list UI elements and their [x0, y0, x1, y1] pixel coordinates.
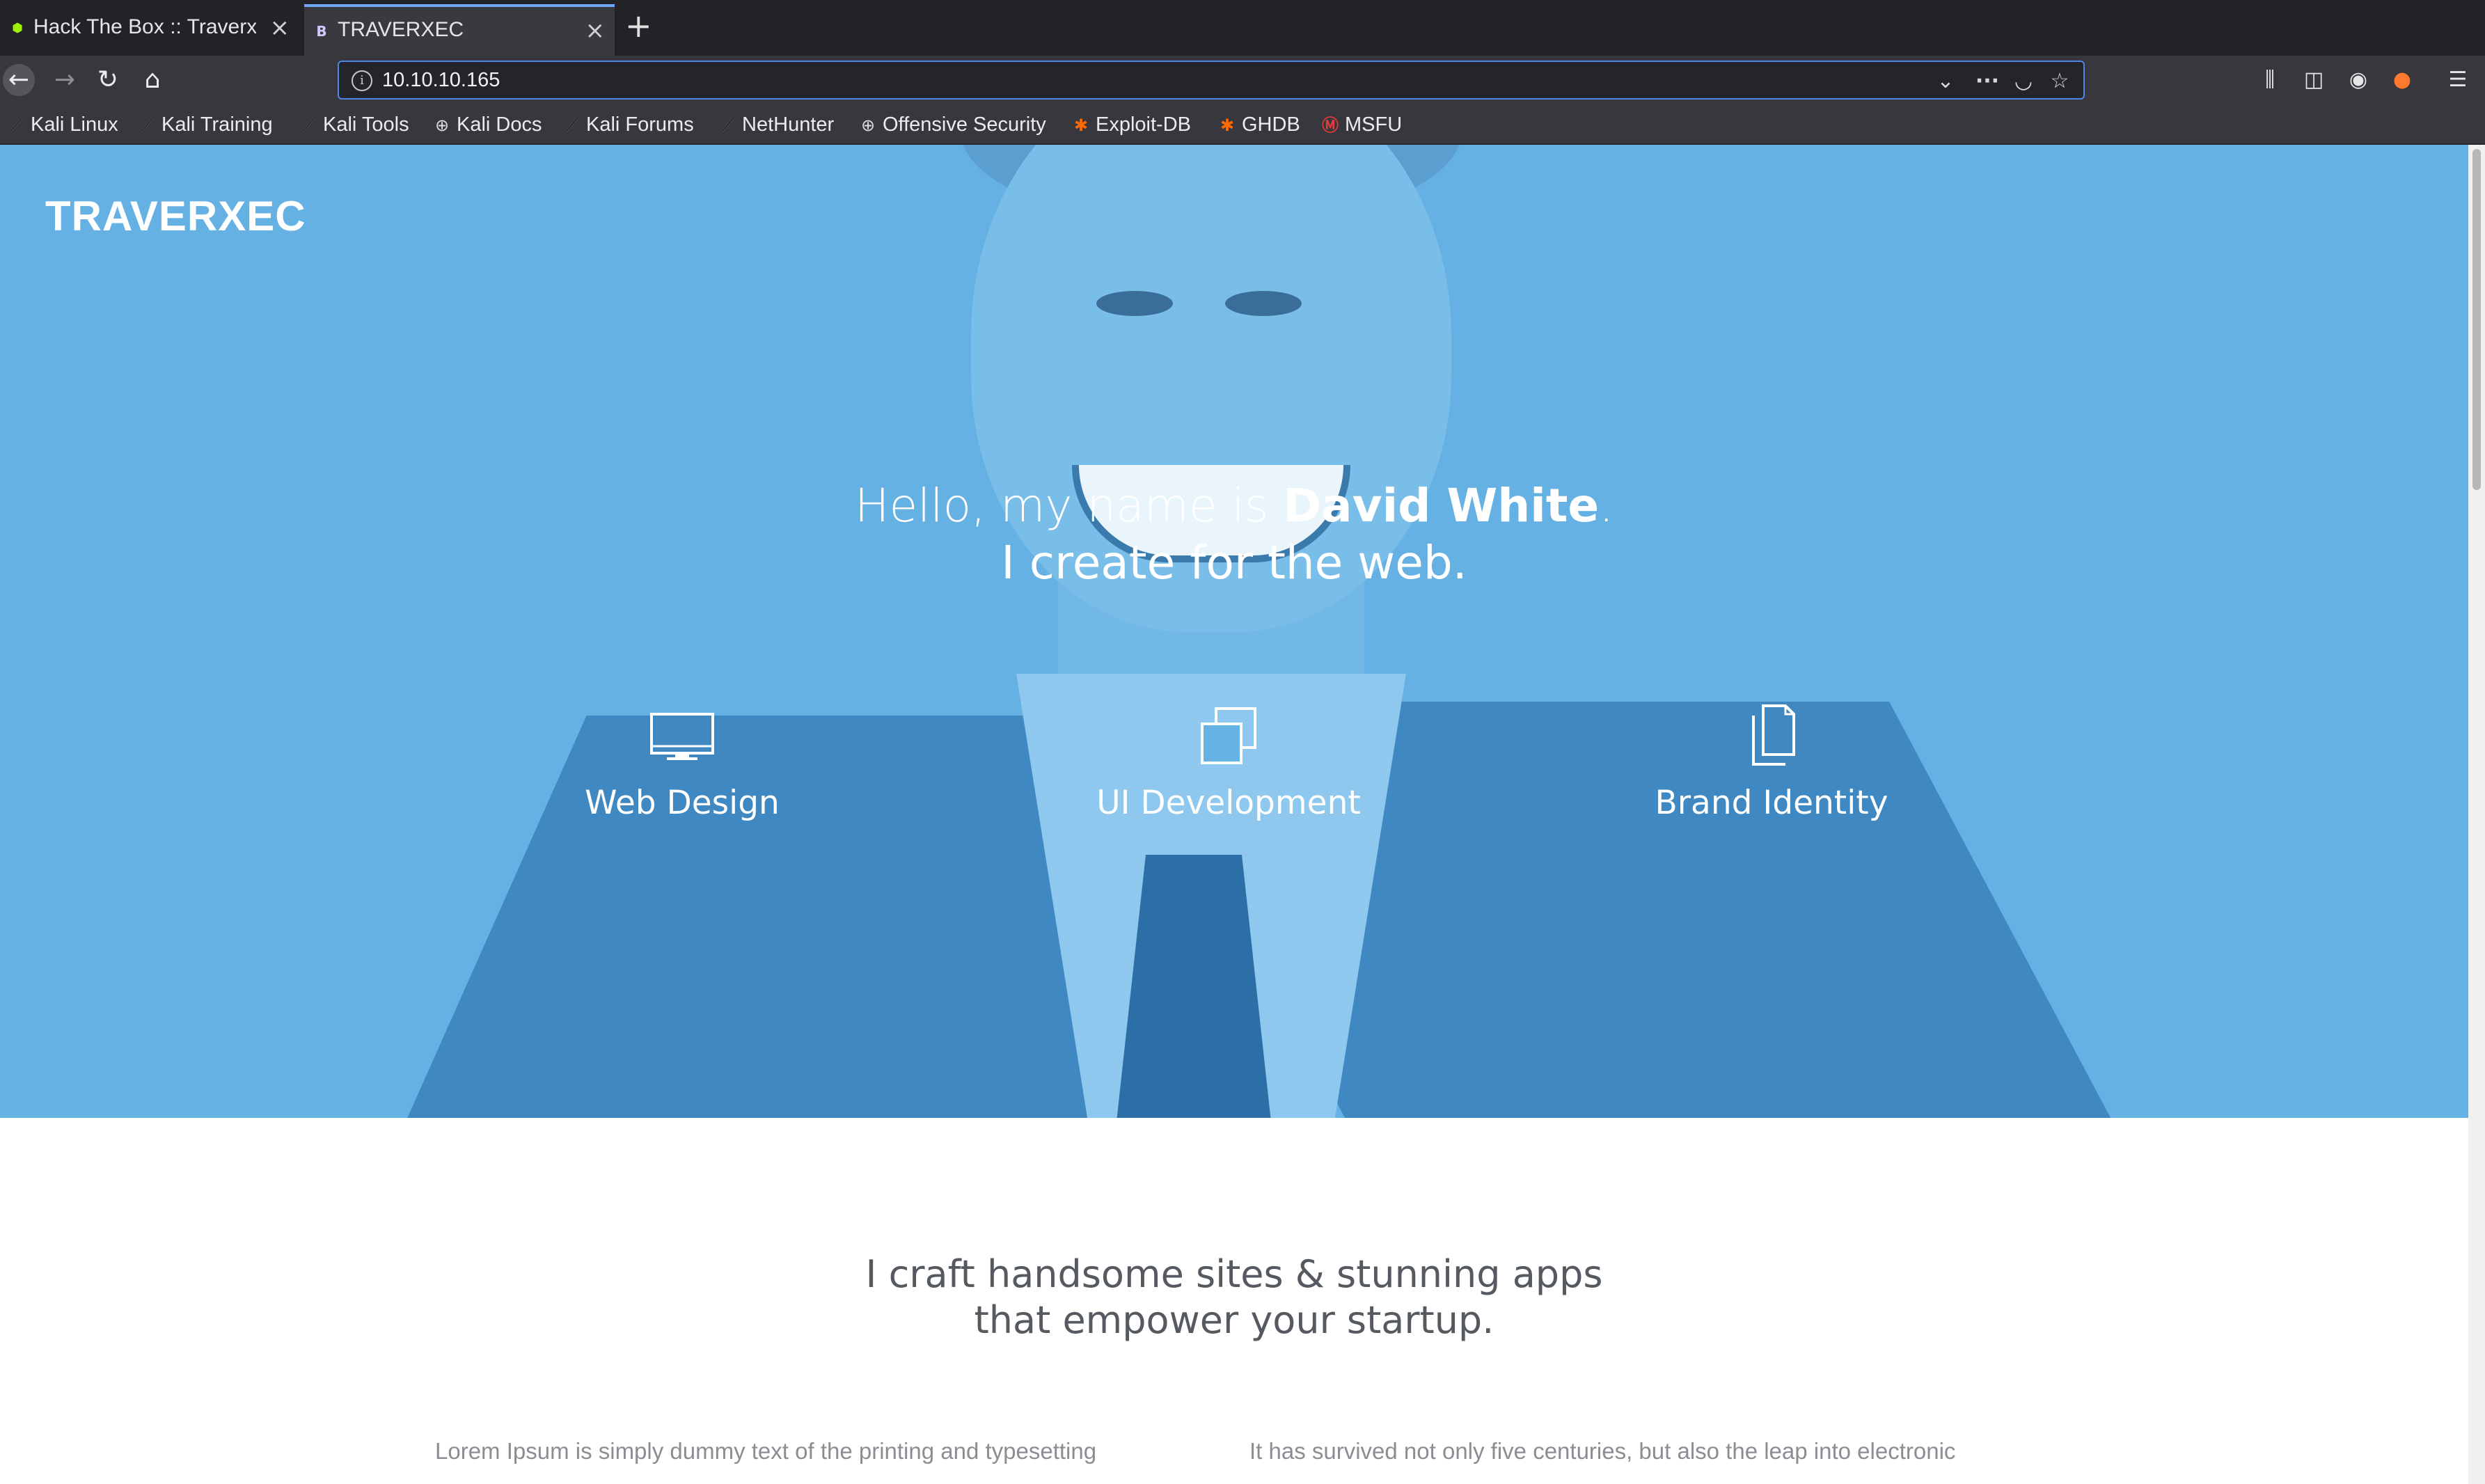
bookmark-label: Offensive Security: [883, 113, 1046, 136]
hero-photo-eye: [1225, 291, 1302, 316]
close-tab-icon[interactable]: ×: [270, 14, 290, 42]
bookmark-kali-forums[interactable]: ⟋ Kali Forums: [561, 111, 694, 138]
bookmarks-toolbar: ⟋ Kali Linux ⟋ Kali Training ⟋ Kali Tools ⊕…: [0, 104, 2485, 145]
new-tab-button[interactable]: +: [625, 10, 652, 42]
hero-section: TRAVERXEC Hello, my name is David White.…: [0, 145, 2468, 1118]
firefox-extension-icon[interactable]: ●: [2388, 65, 2417, 95]
service-label: Web Design: [585, 784, 780, 822]
exploitdb-icon: ✱: [1073, 116, 1089, 135]
documents-icon: [1752, 704, 1795, 766]
bookmark-label: GHDB: [1242, 113, 1300, 136]
reload-button[interactable]: ↻: [92, 64, 124, 96]
chevron-down-icon[interactable]: ⌄: [1932, 68, 1959, 95]
bookmark-label: NetHunter: [742, 113, 835, 136]
hero-photo-eye: [1096, 291, 1173, 316]
library-icon[interactable]: ⫼: [2255, 65, 2285, 95]
kali-dragon-icon: ⟋: [721, 116, 734, 135]
intro-paragraph-right: It has survived not only five centuries,…: [1249, 1438, 1956, 1464]
bookmark-star-icon[interactable]: ☆: [2046, 68, 2074, 95]
bookmark-ghdb[interactable]: ✱ GHDB: [1217, 111, 1300, 138]
bookmark-kali-docs[interactable]: ⊕ Kali Docs: [432, 111, 542, 138]
tagline-line: I craft handsome sites & stunning apps: [865, 1252, 1603, 1296]
home-button[interactable]: ⌂: [136, 64, 168, 96]
hero-subheading: I create for the web.: [1001, 536, 1467, 590]
kali-dragon-icon: ⟋: [141, 116, 153, 135]
windows-stack-icon: [1201, 707, 1256, 764]
tab-hack-the-box[interactable]: ⬢ Hack The Box :: Traverxec ×: [0, 4, 299, 56]
hamburger-menu-icon[interactable]: ☰: [2443, 65, 2472, 95]
service-ui-development: UI Development: [1034, 702, 1423, 822]
bookmark-offensive-security[interactable]: ⊕ Offensive Security: [858, 111, 1046, 138]
bookmark-label: Kali Linux: [31, 113, 118, 136]
msfu-icon: Ⓜ: [1322, 116, 1339, 135]
forward-button[interactable]: →: [49, 64, 81, 96]
service-label: UI Development: [1096, 784, 1361, 822]
intro-paragraph-left: Lorem Ipsum is simply dummy text of the …: [435, 1438, 1097, 1464]
page-viewport: TRAVERXEC Hello, my name is David White.…: [0, 145, 2468, 1484]
pocket-icon[interactable]: ◡: [2010, 68, 2037, 95]
hero-name: David White: [1283, 479, 1600, 532]
more-actions-icon[interactable]: ···: [1973, 68, 2001, 95]
tagline-line: that empower your startup.: [974, 1298, 1494, 1342]
tab-title: Hack The Box :: Traverxec: [33, 15, 256, 38]
hero-greeting-end: .: [1599, 479, 1614, 532]
site-logo[interactable]: TRAVERXEC: [45, 192, 306, 240]
bookmark-label: MSFU: [1345, 113, 1403, 136]
page-scrollbar[interactable]: [2468, 145, 2485, 1484]
tab-traverxec[interactable]: B TRAVERXEC ×: [304, 4, 615, 56]
hero-heading: Hello, my name is David White.: [0, 479, 2468, 532]
service-label: Brand Identity: [1655, 784, 1888, 822]
globe-icon: ⊕: [860, 116, 876, 135]
htb-cube-icon: ⬢: [12, 21, 23, 35]
globe-icon: ⊕: [434, 116, 450, 135]
bookmark-label: Kali Forums: [586, 113, 694, 136]
bookmark-label: Kali Training: [161, 113, 273, 136]
back-button[interactable]: ←: [3, 64, 35, 96]
tab-title: TRAVERXEC: [338, 18, 464, 41]
bookmark-kali-training[interactable]: ⟋ Kali Training: [136, 111, 273, 138]
sidebar-icon[interactable]: ◫: [2299, 65, 2328, 95]
close-tab-icon[interactable]: ×: [585, 17, 606, 45]
site-info-icon[interactable]: i: [352, 70, 372, 91]
hero-greeting: Hello, my name is: [854, 479, 1284, 532]
bookmark-label: Kali Tools: [323, 113, 409, 136]
address-bar[interactable]: i 10.10.10.165 ⌄ ··· ◡ ☆: [338, 61, 2085, 100]
bookmark-msfu[interactable]: Ⓜ MSFU: [1320, 111, 1402, 138]
scrollbar-thumb[interactable]: [2472, 149, 2481, 490]
url-text[interactable]: 10.10.10.165: [382, 69, 500, 92]
tab-strip: ⬢ Hack The Box :: Traverxec × B TRAVERXE…: [0, 0, 2485, 56]
tagline: I craft handsome sites & stunning apps t…: [0, 1252, 2468, 1343]
kali-dragon-icon: ⟋: [10, 116, 22, 135]
monitor-icon: [650, 713, 714, 760]
bookmark-label: Kali Docs: [457, 113, 542, 136]
navigation-toolbar: ← → ↻ ⌂ i 10.10.10.165 ⌄ ··· ◡ ☆ ⫼ ◫ ◉ ●…: [0, 56, 2485, 104]
bookmark-kali-linux[interactable]: ⟋ Kali Linux: [6, 111, 118, 138]
bookmark-exploit-db[interactable]: ✱ Exploit-DB: [1071, 111, 1191, 138]
service-brand-identity: Brand Identity: [1577, 702, 1966, 822]
account-icon[interactable]: ◉: [2344, 65, 2373, 95]
service-web-design: Web Design: [487, 702, 877, 822]
kali-dragon-icon: ⟋: [565, 116, 578, 135]
bookmark-label: Exploit-DB: [1096, 113, 1191, 136]
bootstrap-b-icon: B: [316, 23, 327, 40]
bookmark-nethunter[interactable]: ⟋ NetHunter: [717, 111, 835, 138]
exploitdb-icon: ✱: [1220, 116, 1235, 135]
kali-dragon-icon: ⟋: [302, 116, 315, 135]
bookmark-kali-tools[interactable]: ⟋ Kali Tools: [298, 111, 409, 138]
